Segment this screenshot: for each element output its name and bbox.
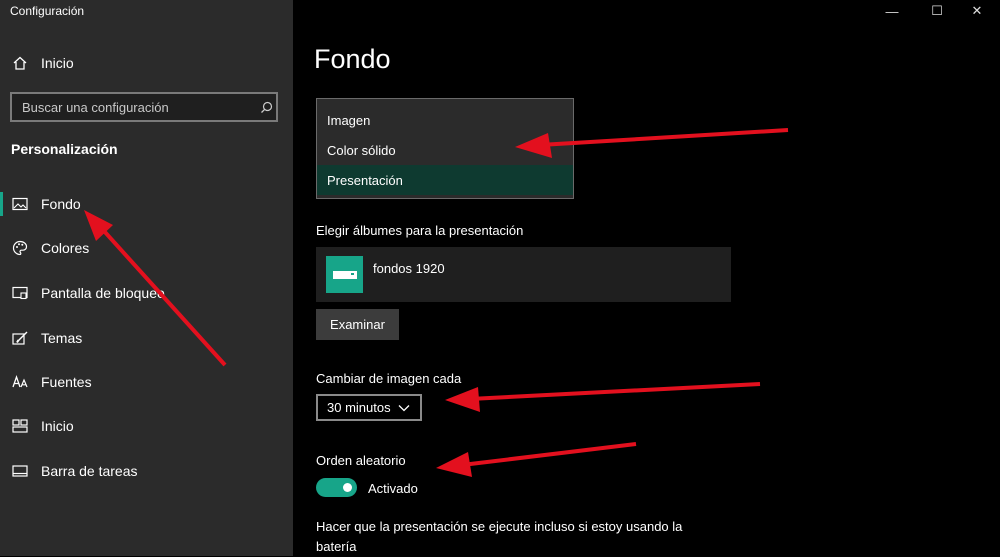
toggle-knob — [343, 483, 352, 492]
option-presentacion[interactable]: Presentación — [317, 165, 573, 195]
sidebar-item-label: Inicio — [41, 418, 74, 434]
folder-icon — [326, 256, 363, 293]
fonts-icon — [11, 373, 29, 391]
browse-button[interactable]: Examinar — [316, 309, 399, 340]
albums-label: Elegir álbumes para la presentación — [316, 223, 524, 238]
lock-screen-icon — [11, 284, 29, 302]
battery-label: Hacer que la presentación se ejecute inc… — [316, 519, 683, 554]
sidebar-item-label: Fuentes — [41, 374, 92, 390]
sidebar-item-colores[interactable]: Colores — [0, 228, 293, 268]
sidebar-item-pantalla-de-bloqueo[interactable]: Pantalla de bloqueo — [0, 273, 293, 313]
minimize-button[interactable]: — — [872, 0, 912, 22]
sidebar-item-fondo[interactable]: Fondo — [0, 184, 293, 224]
album-name: fondos 1920 — [373, 261, 445, 276]
maximize-icon: ☐ — [931, 3, 943, 18]
annotation-arrow — [436, 442, 637, 477]
themes-icon — [11, 329, 29, 347]
shuffle-toggle[interactable] — [316, 478, 357, 497]
option-imagen[interactable]: Imagen — [317, 105, 573, 135]
sidebar-item-inicio[interactable]: Inicio — [0, 406, 293, 446]
section-title: Personalización — [11, 141, 118, 157]
close-button[interactable]: ✕ — [957, 0, 997, 22]
search-input[interactable] — [12, 98, 256, 116]
interval-dropdown[interactable]: 30 minutos — [316, 394, 422, 421]
sidebar-item-temas[interactable]: Temas — [0, 318, 293, 358]
background-dropdown-menu: Imagen Color sólido Presentación — [316, 98, 574, 199]
chevron-down-icon — [398, 404, 414, 412]
home-icon — [11, 54, 29, 72]
sidebar: Configuración Inicio Personalización Fon… — [0, 0, 293, 556]
interval-label: Cambiar de imagen cada — [316, 371, 462, 386]
sidebar-item-fuentes[interactable]: Fuentes — [0, 362, 293, 402]
option-color-solido[interactable]: Color sólido — [317, 135, 573, 165]
sidebar-item-label: Temas — [41, 330, 83, 346]
app-title: Configuración — [10, 4, 85, 18]
search-icon[interactable] — [256, 101, 276, 114]
sidebar-item-label: Fondo — [41, 196, 81, 212]
shuffle-label: Orden aleatorio — [316, 453, 406, 468]
annotation-arrow — [445, 382, 761, 412]
start-icon — [11, 417, 29, 435]
taskbar-icon — [11, 462, 29, 480]
image-icon — [11, 195, 29, 213]
album-item[interactable]: fondos 1920 — [316, 247, 731, 302]
shuffle-state: Activado — [368, 481, 418, 496]
palette-icon — [11, 239, 29, 257]
sidebar-item-label: Barra de tareas — [41, 463, 138, 479]
close-icon: ✕ — [971, 3, 983, 18]
page-title: Fondo — [314, 44, 391, 74]
nav-home-label: Inicio — [41, 55, 74, 71]
sidebar-item-label: Pantalla de bloqueo — [41, 285, 165, 301]
interval-value: 30 minutos — [327, 400, 391, 415]
sidebar-item-barra-de-tareas[interactable]: Barra de tareas — [0, 451, 293, 491]
nav-home[interactable]: Inicio — [0, 43, 293, 83]
minimize-icon: — — [885, 3, 899, 19]
sidebar-item-label: Colores — [41, 240, 90, 256]
search-box[interactable] — [10, 92, 278, 122]
maximize-button[interactable]: ☐ — [917, 0, 957, 22]
